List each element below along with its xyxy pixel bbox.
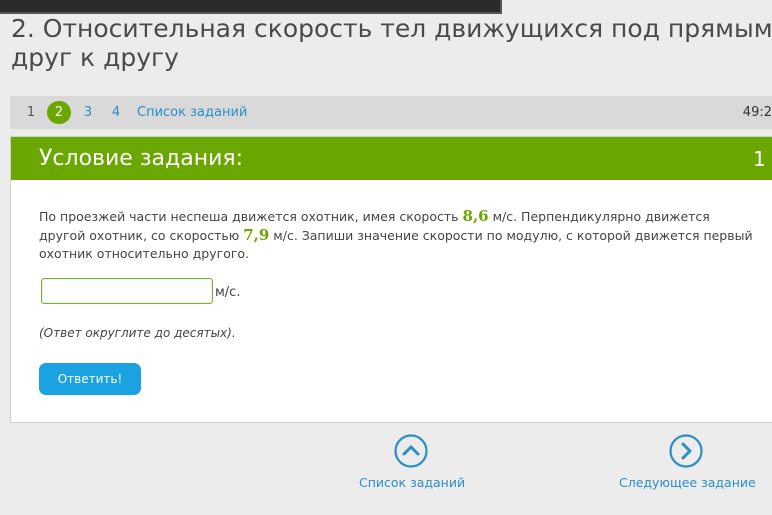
task-condition-title: Условие задания: (39, 146, 244, 171)
nav-next-task-label[interactable]: Следующее задание (619, 475, 756, 490)
nav-next-task[interactable]: Следующее задание (619, 434, 756, 490)
page-title: 2. Относительная скорость тел движущихся… (11, 14, 771, 72)
pager-item-2[interactable]: 2 (47, 101, 71, 124)
task-timer: 49:2 (742, 105, 772, 120)
task-text: По проезжей части неспеша движется охотн… (39, 207, 759, 263)
pager-item-4[interactable]: 4 (104, 101, 128, 124)
submit-answer-button[interactable]: Ответить! (39, 363, 141, 395)
answer-input[interactable] (41, 278, 213, 304)
top-window-bar (0, 0, 502, 14)
speed-value-1: 8,6 (462, 207, 489, 225)
chevron-right-circle-icon[interactable] (668, 434, 703, 468)
chevron-up-circle-icon[interactable] (393, 434, 428, 468)
nav-task-list[interactable]: Список заданий (359, 434, 465, 490)
speed-value-2: 7,9 (243, 226, 270, 244)
pager-task-list-link[interactable]: Список заданий (137, 101, 247, 124)
nav-task-list-label[interactable]: Список заданий (359, 475, 465, 490)
answer-unit-label: м/с. (215, 285, 241, 300)
task-pager: 1 2 3 4 Список заданий 49:2 (10, 96, 772, 129)
task-text-part-1: По проезжей части неспеша движется охотн… (39, 209, 463, 224)
pager-item-1[interactable]: 1 (19, 101, 43, 124)
page-title-line-1: 2. Относительная скорость тел движущихся… (11, 14, 771, 43)
page-title-line-2: друг к другу (11, 43, 179, 72)
task-card-header: Условие задания: 1 б (11, 137, 772, 180)
task-points: 1 б (753, 147, 772, 171)
task-card: Условие задания: 1 б По проезжей части н… (10, 136, 772, 423)
pager-item-3[interactable]: 3 (76, 101, 100, 124)
rounding-hint: (Ответ округлите до десятых). (39, 326, 236, 340)
